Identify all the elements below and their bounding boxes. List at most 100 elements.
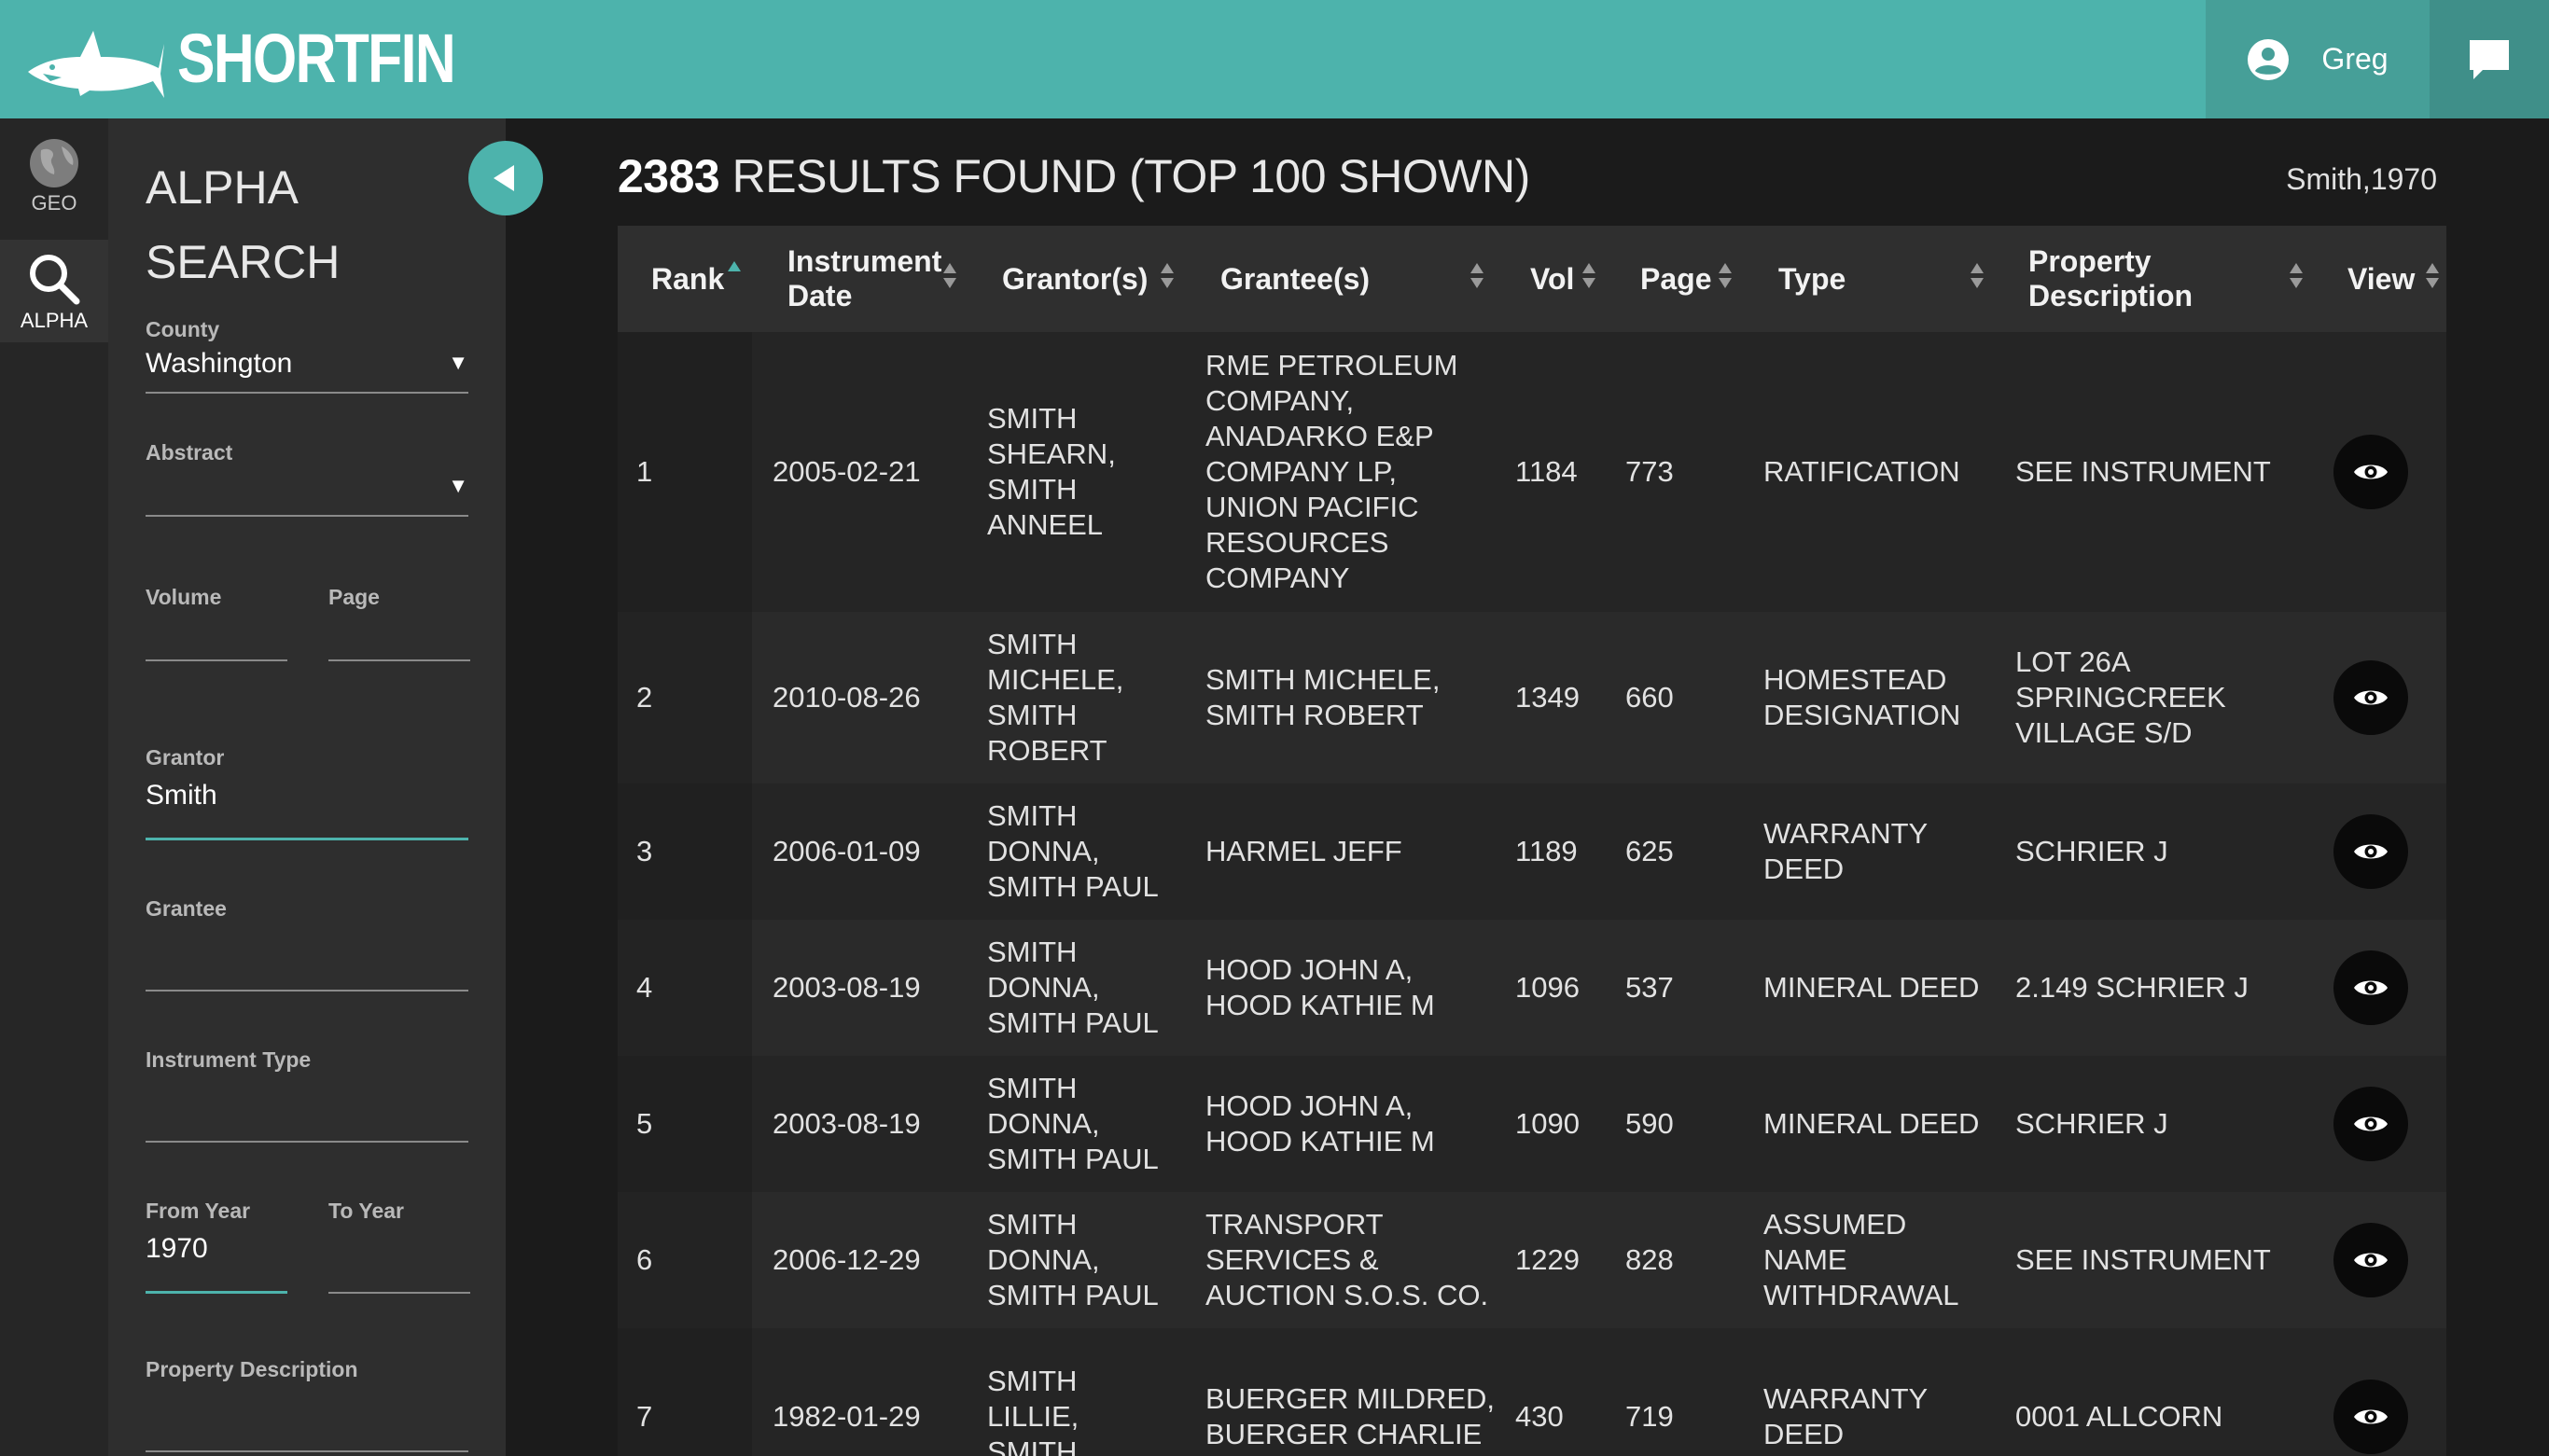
to-year-underline	[328, 1292, 470, 1294]
abstract-underline	[146, 515, 468, 517]
sort-icon	[1470, 263, 1483, 291]
view-button[interactable]	[2333, 814, 2408, 889]
col-header-grantors[interactable]: Grantor(s)	[1002, 226, 1148, 332]
page-field[interactable]: Page	[328, 585, 470, 661]
cell-type-text: WARRANTY	[1763, 1382, 1929, 1415]
property-description-value	[146, 1388, 468, 1423]
view-button[interactable]	[2333, 660, 2408, 735]
cell-rank-text: 2	[636, 681, 653, 714]
view-button[interactable]	[2333, 1223, 2408, 1297]
table-row[interactable]: 1 2005-02-21 SMITH SHEARN, SMITH ANNEEL RME PE…	[618, 332, 2446, 612]
col-header-property-description[interactable]: Property Description	[2028, 226, 2193, 332]
sort-icon	[943, 263, 956, 291]
cell-grantees-text: TRANSPORT	[1205, 1208, 1384, 1241]
cell-type: MINERAL DEED	[1763, 1056, 2015, 1192]
table-row[interactable]: 2 2010-08-26 SMITH MICHELE, SMITH ROBERT SMITH…	[618, 612, 2446, 783]
collapse-panel-button[interactable]	[468, 141, 543, 215]
cell-instrument-date: 1982-01-29	[773, 1328, 978, 1456]
table-row[interactable]: 7 1982-01-29 SMITH LILLIE, SMITH BUERGER MILD…	[618, 1328, 2446, 1456]
cell-page: 625	[1625, 783, 1737, 920]
rail-item-alpha[interactable]: ALPHA	[0, 240, 108, 342]
property-description-field[interactable]: Property Description	[146, 1357, 468, 1452]
cell-grantors-text: SMITH	[987, 402, 1078, 435]
col-header-instrument-date[interactable]: Instrument Date	[787, 226, 941, 332]
cell-property-description: 2.149 SCHRIER J	[2015, 920, 2323, 1056]
col-header-rank[interactable]: Rank	[651, 226, 724, 332]
cell-rank: 1	[636, 332, 748, 612]
cell-grantors-text: SMITH	[987, 1365, 1078, 1397]
cell-grantees-text: COMPANY LP,	[1205, 455, 1398, 488]
cell-instrument-date: 2006-01-09	[773, 783, 978, 920]
cell-instrument-date: 2006-12-29	[773, 1192, 978, 1328]
cell-grantees-text: RESOURCES	[1205, 526, 1389, 559]
col-header-vol[interactable]: Vol	[1530, 226, 1574, 332]
cell-grantees-text: BUERGER CHARLIE	[1205, 1418, 1483, 1450]
cell-instrument-date-text: 2010-08-26	[773, 681, 921, 714]
cell-grantees: SMITH MICHELE, SMITH ROBERT	[1205, 612, 1513, 783]
globe-icon	[30, 139, 78, 187]
cell-type-text: ASSUMED	[1763, 1208, 1907, 1241]
county-select[interactable]: County Washington ▼	[146, 317, 468, 394]
table-row[interactable]: 4 2003-08-19 SMITH DONNA, SMITH PAUL HOOD JOH…	[618, 920, 2446, 1056]
from-year-field[interactable]: From Year 1970	[146, 1199, 287, 1294]
grantee-field[interactable]: Grantee	[146, 896, 468, 991]
table-row[interactable]: 5 2003-08-19 SMITH DONNA, SMITH PAUL HOOD JOH…	[618, 1056, 2446, 1192]
cell-page: 537	[1625, 920, 1737, 1056]
volume-underline	[146, 659, 287, 661]
abstract-select[interactable]: Abstract ▼	[146, 440, 468, 517]
cell-grantors: SMITH LILLIE, SMITH	[987, 1328, 1211, 1456]
view-button[interactable]	[2333, 950, 2408, 1025]
cell-page-text: 625	[1625, 835, 1674, 867]
eye-icon	[2354, 690, 2388, 705]
col-header-view[interactable]: View	[2347, 226, 2415, 332]
view-button[interactable]	[2333, 1087, 2408, 1161]
col-header-page[interactable]: Page	[1640, 226, 1711, 332]
volume-field[interactable]: Volume	[146, 585, 287, 661]
brand-logo[interactable]: SHORTFIN	[24, 11, 515, 104]
chat-button[interactable]	[2430, 0, 2549, 118]
to-year-field[interactable]: To Year	[328, 1199, 470, 1294]
col-header-property-line2: Description	[2028, 279, 2194, 312]
cell-type: WARRANTY DEED	[1763, 783, 2015, 920]
sort-icon	[1582, 263, 1595, 291]
grantor-label: Grantor	[146, 745, 225, 770]
col-header-vol-label: Vol	[1530, 261, 1575, 296]
from-year-underline	[146, 1291, 287, 1294]
cell-property-description: SCHRIER J	[2015, 1056, 2323, 1192]
grantee-value	[146, 927, 468, 963]
cell-grantees-text: SERVICES &	[1205, 1243, 1379, 1276]
cell-grantors-text: SMITH	[987, 628, 1078, 660]
cell-type: MINERAL DEED	[1763, 920, 2015, 1056]
cell-grantors-text: SMITH	[987, 936, 1078, 968]
instrument-type-field[interactable]: Instrument Type	[146, 1047, 468, 1143]
instrument-type-value	[146, 1078, 468, 1114]
table-row[interactable]: 6 2006-12-29 SMITH DONNA, SMITH PAUL TRANSPOR…	[618, 1192, 2446, 1328]
rail-item-geo[interactable]: GEO	[0, 137, 108, 240]
grantor-field[interactable]: Grantor Smith	[146, 745, 468, 840]
col-header-grantees[interactable]: Grantee(s)	[1220, 226, 1370, 332]
chat-bubble-icon	[2470, 39, 2509, 79]
cell-grantors-text: SMITH	[987, 1208, 1078, 1241]
col-header-type[interactable]: Type	[1778, 226, 1846, 332]
to-year-value	[328, 1229, 470, 1265]
abstract-label: Abstract	[146, 440, 233, 465]
cell-instrument-date-text: 2003-08-19	[773, 971, 921, 1004]
user-menu[interactable]: Greg	[2206, 0, 2430, 118]
cell-property-description-text: SPRINGCREEK	[2015, 681, 2226, 714]
search-icon	[30, 255, 80, 305]
search-query-summary: Smith,1970	[2286, 162, 2437, 196]
view-button[interactable]	[2333, 435, 2408, 509]
cell-rank: 5	[636, 1056, 748, 1192]
table-row[interactable]: 3 2006-01-09 SMITH DONNA, SMITH PAUL HARMEL J…	[618, 783, 2446, 920]
cell-grantees-text: RME PETROLEUM	[1205, 349, 1458, 381]
cell-vol-text: 1349	[1515, 681, 1580, 714]
cell-grantees-text: HOOD JOHN A,	[1205, 953, 1414, 986]
cell-page: 660	[1625, 612, 1737, 783]
cell-type: WARRANTY DEED	[1763, 1328, 2015, 1456]
view-button[interactable]	[2333, 1380, 2408, 1454]
col-header-grantors-label: Grantor(s)	[1002, 261, 1149, 296]
cell-vol: 1349	[1515, 612, 1618, 783]
cell-property-description: 0001 ALLCORN	[2015, 1328, 2323, 1456]
cell-grantees-text: HARMEL JEFF	[1205, 835, 1402, 867]
cell-grantees: HOOD JOHN A, HOOD KATHIE M	[1205, 920, 1513, 1056]
